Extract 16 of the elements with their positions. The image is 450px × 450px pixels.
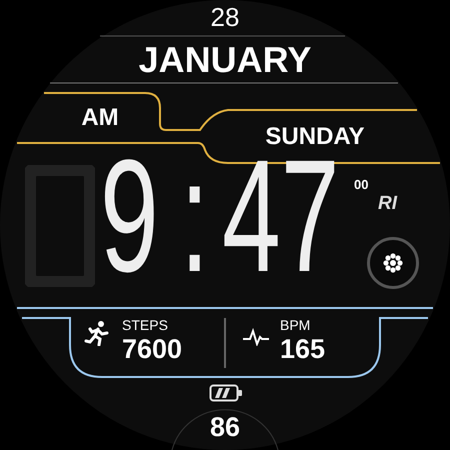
dots-icon [383, 253, 403, 273]
day-number: 28 [210, 4, 240, 30]
battery-icon [209, 384, 243, 402]
period-label: AM [80, 106, 120, 130]
runner-icon [84, 320, 110, 346]
steps-value: 7600 [122, 336, 182, 363]
hour-digits: 9 [100, 136, 159, 296]
heart-rate-label: BPM [280, 318, 310, 332]
brand-logo: RI [378, 194, 397, 213]
heartbeat-icon [242, 328, 270, 346]
month-name: JANUARY [138, 42, 312, 78]
battery-percentage: 86 [208, 414, 242, 441]
time-separator: : [180, 136, 210, 296]
heart-rate-value: 165 [280, 336, 326, 363]
seconds-digits: 00 [354, 178, 368, 191]
steps-label: STEPS [122, 318, 168, 332]
